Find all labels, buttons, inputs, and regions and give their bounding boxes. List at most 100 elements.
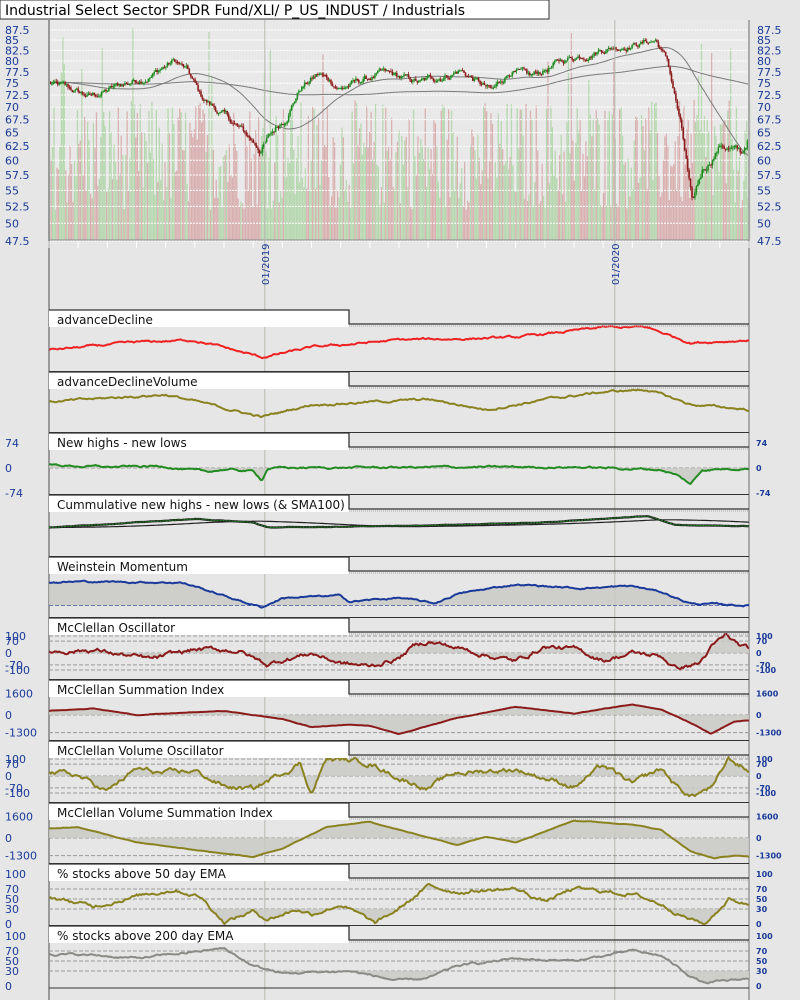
- candle-body: [683, 139, 686, 151]
- volume-bar: [627, 158, 629, 240]
- candle-body: [486, 85, 489, 87]
- volume-bar: [111, 179, 114, 240]
- candle-body: [172, 59, 174, 61]
- candle-body: [612, 48, 614, 50]
- candle-body: [587, 60, 589, 61]
- volume-bar: [199, 103, 201, 240]
- candle-body: [134, 80, 136, 83]
- candle-body: [422, 78, 424, 80]
- panel-tick-right: 30: [756, 905, 768, 914]
- volume-bar: [201, 122, 203, 240]
- candle-body: [678, 108, 680, 115]
- volume-bar: [453, 190, 456, 240]
- candle-body: [135, 82, 138, 84]
- candle-body: [116, 83, 119, 86]
- candle-body: [273, 131, 275, 133]
- panel-tick-right: -1300: [756, 729, 782, 738]
- volume-bar: [236, 151, 238, 240]
- candle-body: [57, 81, 59, 85]
- volume-bar: [170, 198, 172, 240]
- candle-body: [239, 125, 242, 127]
- candle-body: [122, 84, 125, 86]
- candle-body: [222, 110, 224, 112]
- volume-bar: [103, 112, 105, 240]
- panel-title: McClellan Volume Summation Index: [57, 806, 273, 820]
- volume-bar: [468, 202, 470, 240]
- volume-bar: [613, 59, 615, 240]
- volume-bar: [363, 142, 365, 240]
- volume-bar: [233, 112, 235, 240]
- candle-body: [434, 80, 436, 82]
- volume-bar: [506, 104, 508, 240]
- volume-bar: [290, 117, 292, 240]
- candle-body: [455, 72, 458, 74]
- volume-bar: [306, 188, 308, 240]
- candle-body: [669, 67, 671, 74]
- candle-body: [584, 59, 587, 61]
- candle-body: [350, 80, 353, 84]
- candle-body: [618, 49, 620, 51]
- volume-bar: [222, 156, 225, 240]
- candle-body: [431, 76, 433, 79]
- volume-bar: [277, 135, 279, 240]
- candle-body: [267, 134, 269, 138]
- candle-body: [61, 82, 63, 84]
- panel-tick-left: -74: [5, 487, 23, 500]
- price-tick-left: 50: [5, 217, 19, 230]
- panel-title: McClellan Oscillator: [57, 621, 175, 635]
- volume-bar: [656, 132, 659, 240]
- volume-bar: [177, 117, 179, 240]
- volume-bar: [741, 199, 743, 240]
- volume-bar: [610, 205, 612, 240]
- volume-bar: [300, 102, 302, 241]
- price-tick-left: 65: [5, 127, 19, 140]
- candle-body: [67, 84, 69, 88]
- volume-bar: [205, 152, 207, 240]
- volume-bar: [664, 136, 666, 240]
- volume-bar: [461, 168, 463, 240]
- volume-bar: [126, 111, 128, 240]
- candle-body: [507, 75, 509, 77]
- volume-bar: [553, 174, 555, 240]
- volume-bar: [719, 124, 722, 240]
- volume-bar: [528, 194, 530, 240]
- candle-body: [146, 81, 148, 83]
- volume-bar: [220, 166, 222, 240]
- volume-bar: [168, 133, 171, 240]
- candle-body: [325, 75, 328, 78]
- candle-body: [586, 59, 588, 61]
- candle-body: [187, 65, 189, 69]
- candle-body: [97, 96, 100, 98]
- candle-body: [100, 91, 103, 96]
- candle-body: [86, 94, 88, 97]
- volume-bar: [351, 111, 353, 240]
- candle-body: [108, 88, 110, 91]
- candle-body: [214, 107, 217, 112]
- candle-body: [605, 51, 607, 54]
- candle-body: [165, 66, 167, 68]
- panel-tick-left: 100: [5, 930, 26, 943]
- candle-body: [651, 41, 654, 43]
- candle-body: [378, 69, 381, 71]
- candle-body: [209, 101, 211, 105]
- volume-bar: [176, 170, 178, 240]
- candle-body: [590, 56, 592, 58]
- volume-bar: [186, 183, 188, 240]
- volume-bar: [136, 112, 138, 240]
- volume-bar: [198, 105, 200, 241]
- candle-body: [363, 76, 366, 80]
- candle-body: [283, 124, 286, 126]
- volume-bar: [110, 132, 112, 240]
- candle-body: [327, 77, 329, 81]
- candle-body: [102, 91, 104, 93]
- candle-body: [530, 74, 533, 76]
- volume-bar: [599, 205, 602, 240]
- candle-body: [708, 164, 711, 166]
- candle-body: [305, 82, 307, 84]
- candle-body: [276, 127, 278, 128]
- volume-bar: [297, 136, 299, 240]
- volume-bar: [291, 105, 293, 240]
- volume-bar: [621, 135, 624, 240]
- price-tick-right: 47.5: [757, 235, 782, 248]
- volume-bar: [63, 64, 65, 240]
